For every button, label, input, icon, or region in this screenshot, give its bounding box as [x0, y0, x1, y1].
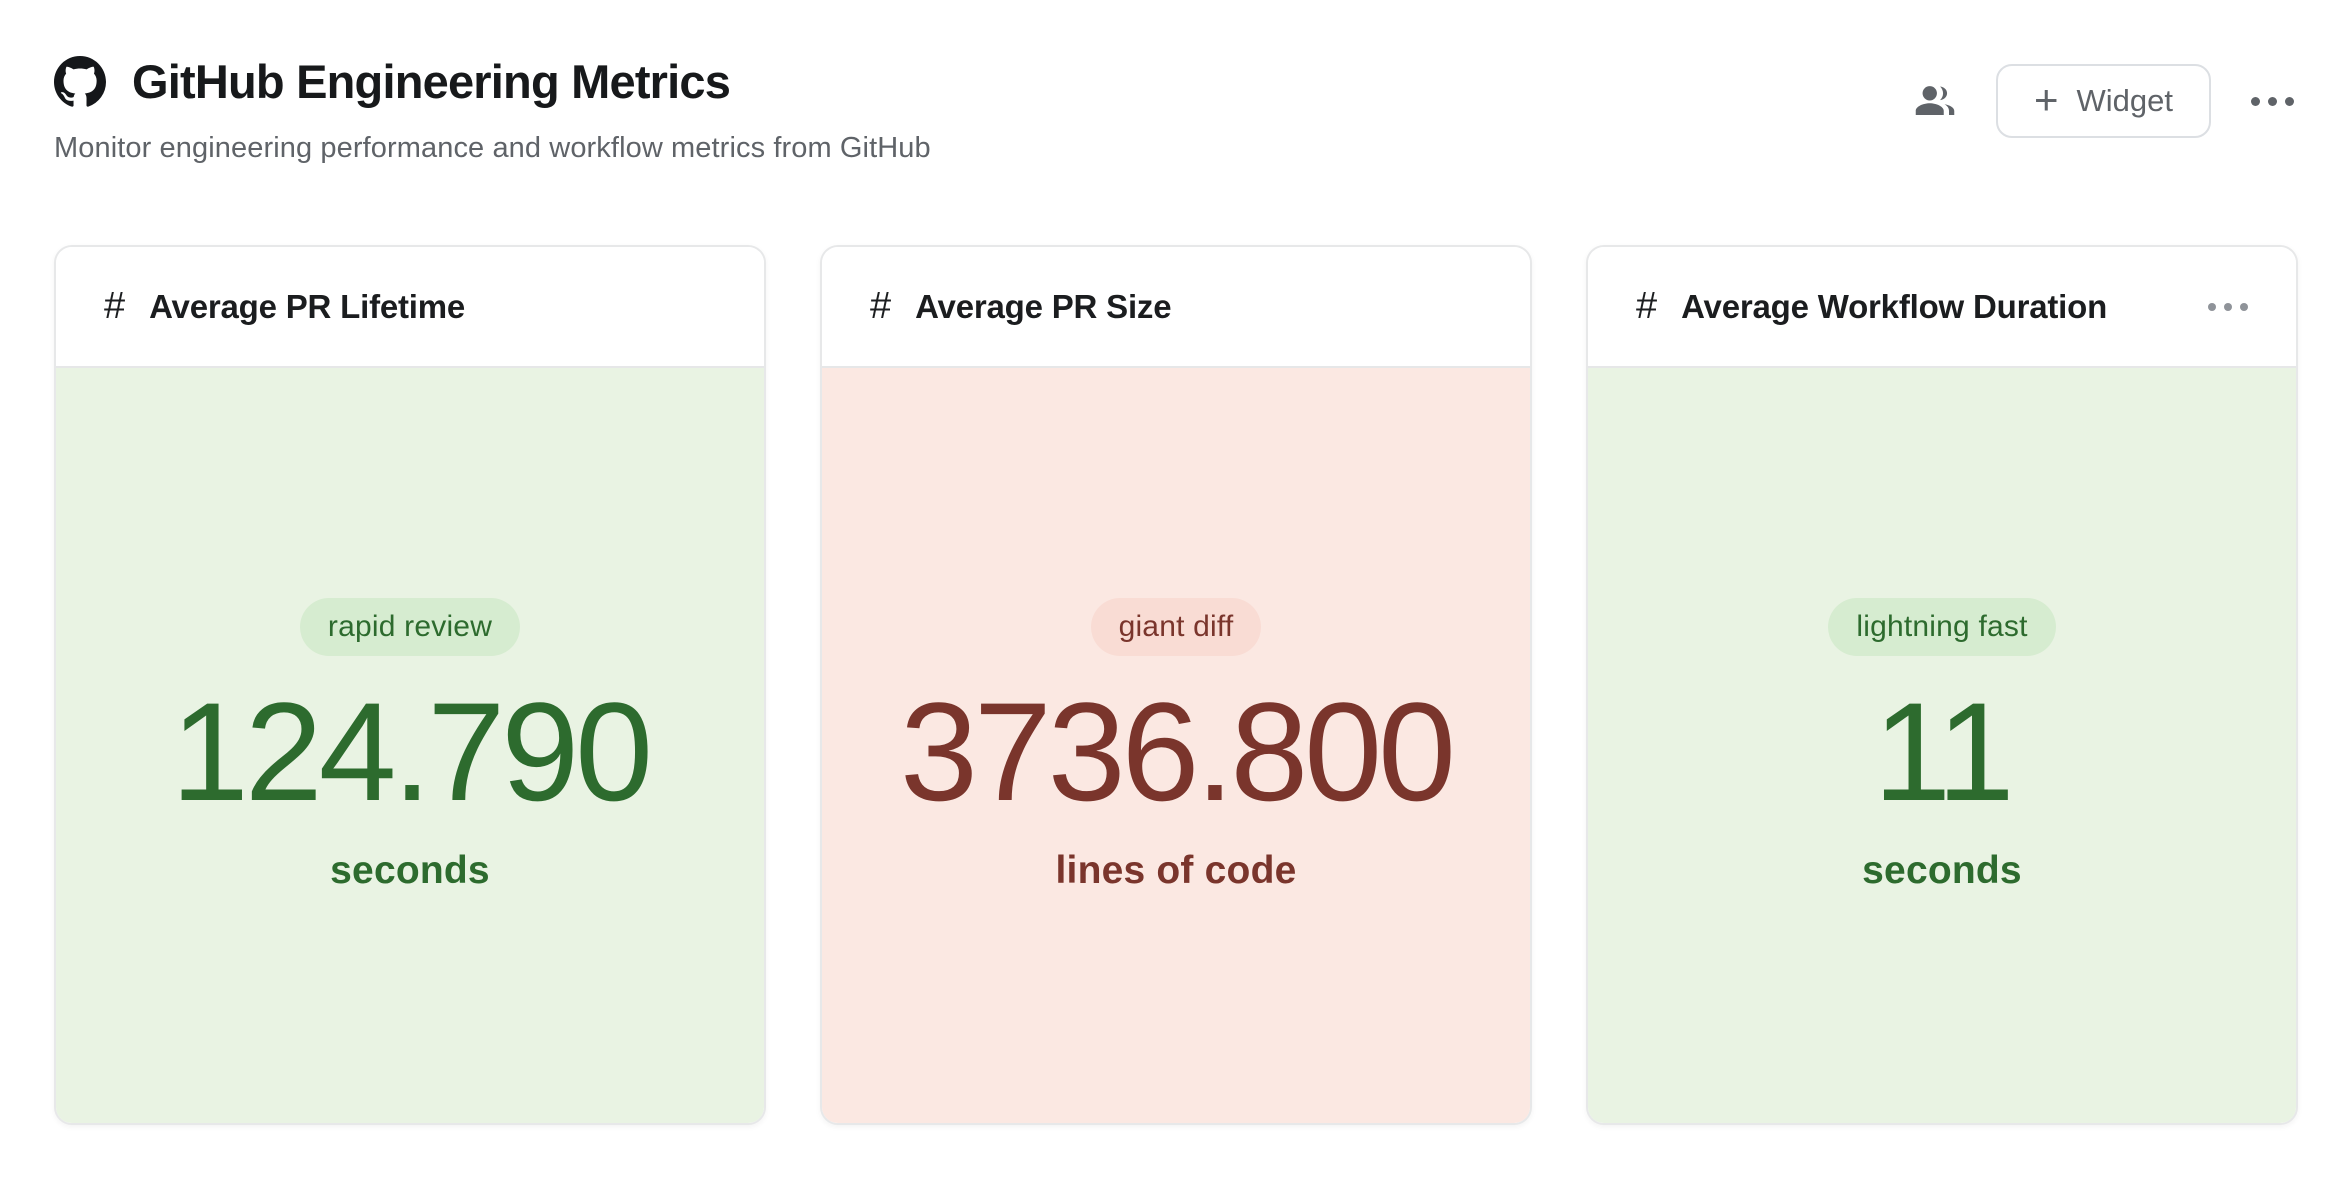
metric-value: 124.790: [171, 678, 649, 825]
widget-title: Average PR Size: [915, 288, 1171, 326]
metric-value: 3736.800: [900, 678, 1452, 825]
dashboard-header: GitHub Engineering Metrics Monitor engin…: [0, 0, 2338, 165]
widgets-row: # Average PR Lifetime rapid review 124.7…: [0, 245, 2338, 1125]
people-icon: [1914, 80, 1956, 122]
ellipsis-icon: [2208, 303, 2248, 311]
widget-title: Average Workflow Duration: [1681, 288, 2107, 326]
metric-card-workflow-duration: # Average Workflow Duration lightning fa…: [1586, 245, 2298, 1125]
metric-card-pr-lifetime: # Average PR Lifetime rapid review 124.7…: [54, 245, 766, 1125]
add-widget-button[interactable]: + Widget: [1996, 64, 2211, 138]
collaborators-button[interactable]: [1914, 80, 1956, 122]
plus-icon: +: [2034, 79, 2059, 121]
metric-unit: seconds: [1862, 849, 2022, 893]
page-more-button[interactable]: [2251, 97, 2294, 106]
page-subtitle: Monitor engineering performance and work…: [54, 132, 931, 165]
metric-card-pr-size: # Average PR Size giant diff 3736.800 li…: [820, 245, 1532, 1125]
metric-value: 11: [1873, 678, 2010, 825]
hash-icon: #: [870, 285, 891, 328]
hash-icon: #: [104, 285, 125, 328]
page-title: GitHub Engineering Metrics: [132, 56, 730, 108]
github-logo-icon: [54, 56, 106, 108]
widget-body: giant diff 3736.800 lines of code: [822, 368, 1530, 1123]
widget-title: Average PR Lifetime: [149, 288, 465, 326]
status-badge: rapid review: [300, 598, 520, 656]
header-left: GitHub Engineering Metrics Monitor engin…: [54, 56, 931, 165]
status-badge: giant diff: [1091, 598, 1262, 656]
widget-header: # Average Workflow Duration: [1588, 247, 2296, 368]
ellipsis-icon: [2251, 97, 2294, 106]
widget-header: # Average PR Lifetime: [56, 247, 764, 368]
status-badge: lightning fast: [1828, 598, 2055, 656]
metric-unit: lines of code: [1056, 849, 1297, 893]
metric-unit: seconds: [330, 849, 490, 893]
hash-icon: #: [1636, 285, 1657, 328]
title-row: GitHub Engineering Metrics: [54, 56, 931, 108]
widget-more-button[interactable]: [2208, 303, 2248, 311]
widget-header: # Average PR Size: [822, 247, 1530, 368]
add-widget-label: Widget: [2077, 83, 2173, 119]
header-actions: + Widget: [1914, 64, 2294, 138]
widget-body: rapid review 124.790 seconds: [56, 368, 764, 1123]
widget-body: lightning fast 11 seconds: [1588, 368, 2296, 1123]
